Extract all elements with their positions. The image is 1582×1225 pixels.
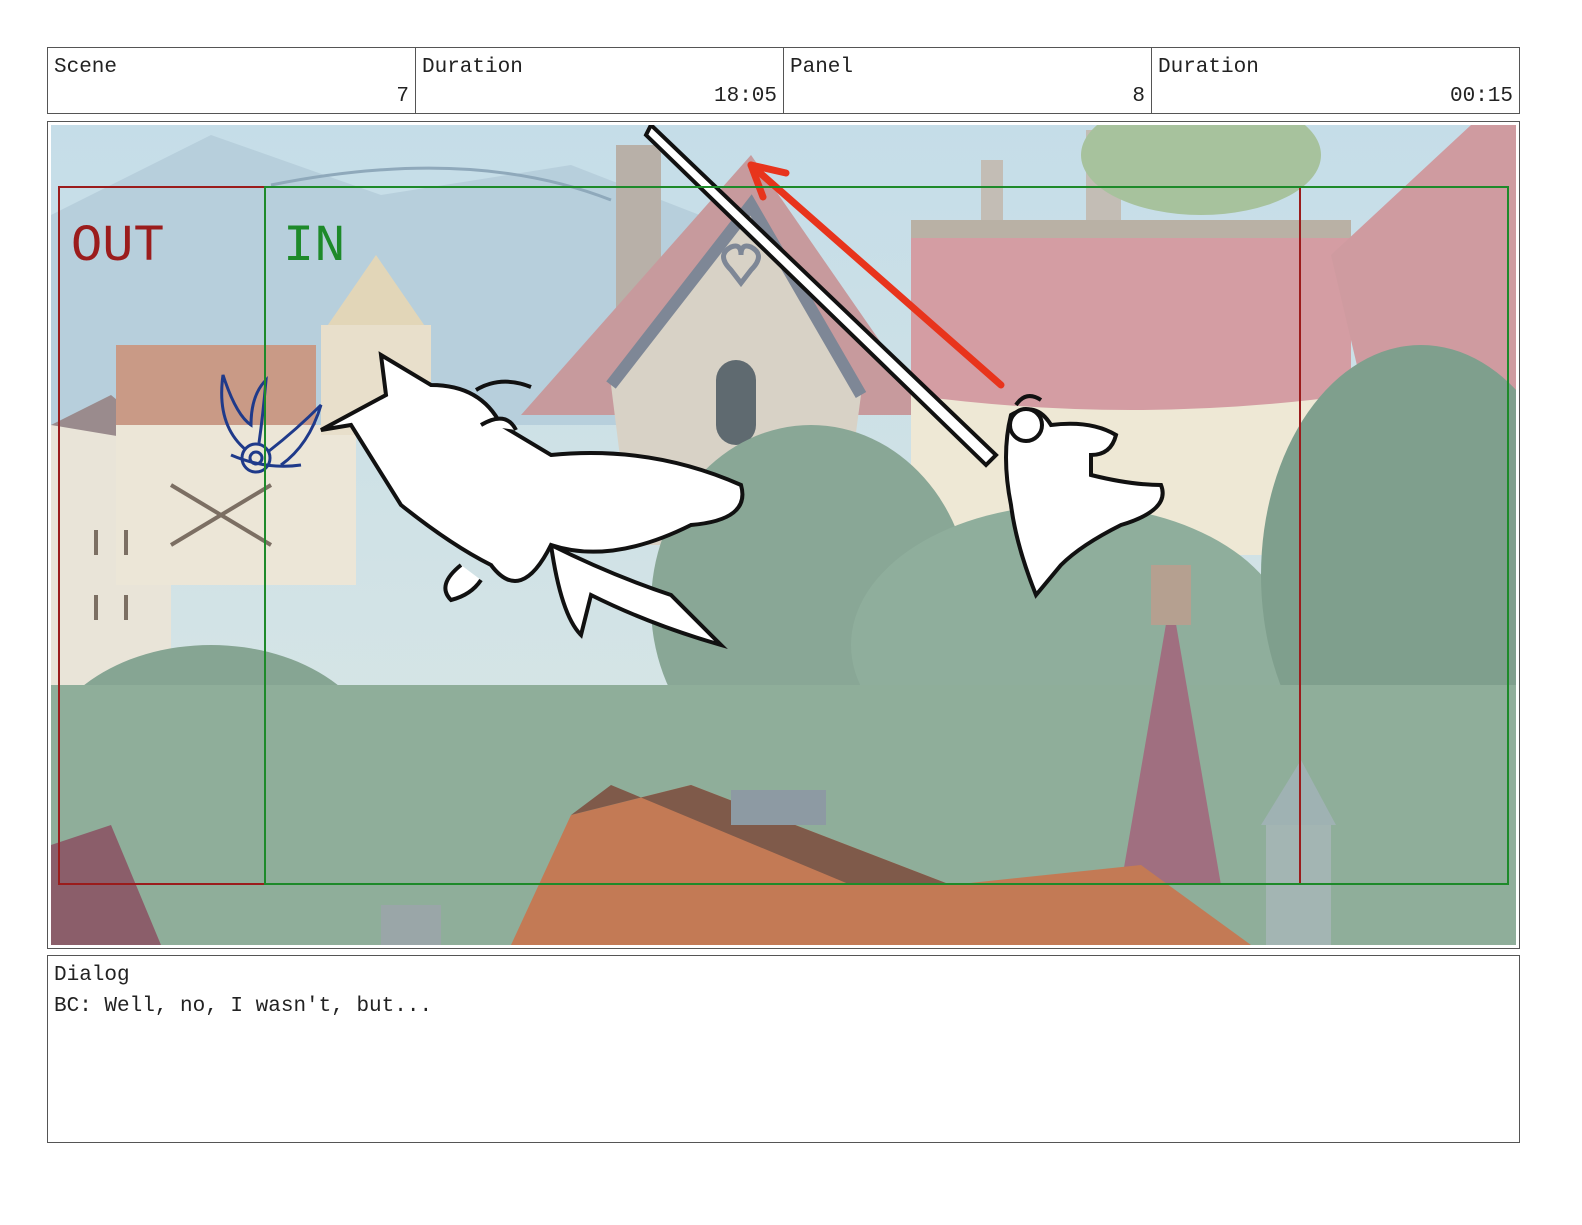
dialog-text: BC: Well, no, I wasn't, but... [54,995,433,1018]
panel-duration-cell: Duration 00:15 [1152,48,1519,113]
panel-cell: Panel 8 [784,48,1152,113]
in-label: IN [283,217,345,276]
panel-duration-label: Duration [1158,56,1259,79]
out-label: OUT [71,217,165,276]
scene-number: 7 [396,85,409,108]
storyboard-image: OUT IN [51,125,1516,945]
scene-label: Scene [54,56,118,79]
panel-info-header: Scene 7 Duration 18:05 Panel 8 Duration … [47,47,1520,114]
dialog-box: Dialog BC: Well, no, I wasn't, but... [47,955,1520,1143]
scene-duration-value: 18:05 [713,85,777,108]
dialog-label: Dialog [54,964,130,987]
storyboard-panel: OUT IN [47,121,1520,949]
panel-label: Panel [790,56,854,79]
scene-duration-cell: Duration 18:05 [416,48,784,113]
scene-duration-label: Duration [422,56,523,79]
panel-number: 8 [1132,85,1145,108]
scene-cell: Scene 7 [48,48,416,113]
panel-duration-value: 00:15 [1449,85,1513,108]
